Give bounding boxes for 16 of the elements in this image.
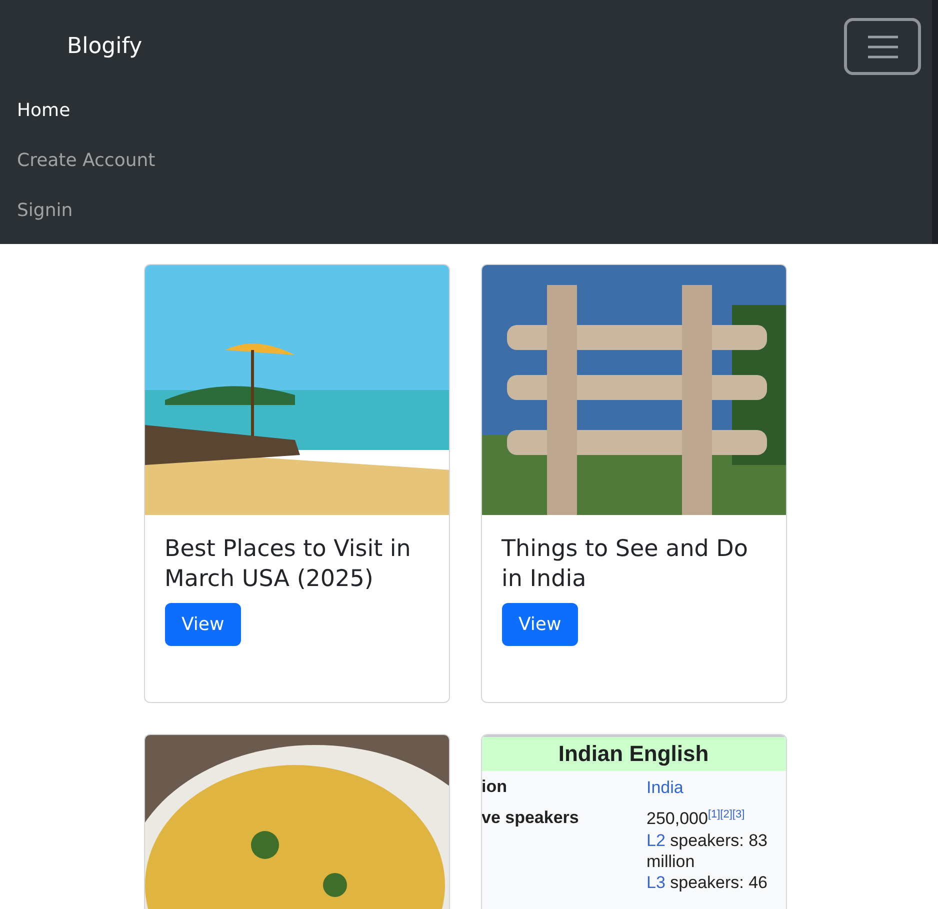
- view-button[interactable]: View: [502, 602, 578, 646]
- infobox-title: Indian English: [482, 737, 786, 771]
- nav-link[interactable]: Signin: [17, 186, 73, 236]
- menu-icon: [866, 34, 898, 58]
- infobox-value: India: [646, 777, 684, 798]
- view-button[interactable]: View: [164, 602, 242, 646]
- nav-link[interactable]: Home: [17, 86, 70, 136]
- nav-link[interactable]: Create Account: [17, 136, 156, 186]
- infobox-label: ion: [482, 777, 508, 798]
- infobox-value: L3 speakers: 46: [646, 872, 768, 894]
- post-title: Things to See and Do in India: [502, 535, 749, 594]
- infobox-value: 250,000$^{[1][2][3]}$: [646, 808, 746, 830]
- infobox-label: ve speakers: [482, 808, 580, 830]
- brand-link[interactable]: Blogify: [67, 34, 142, 59]
- menu-button[interactable]: [844, 18, 921, 75]
- post-title: Best Places to Visit in March USA (2025): [164, 535, 412, 594]
